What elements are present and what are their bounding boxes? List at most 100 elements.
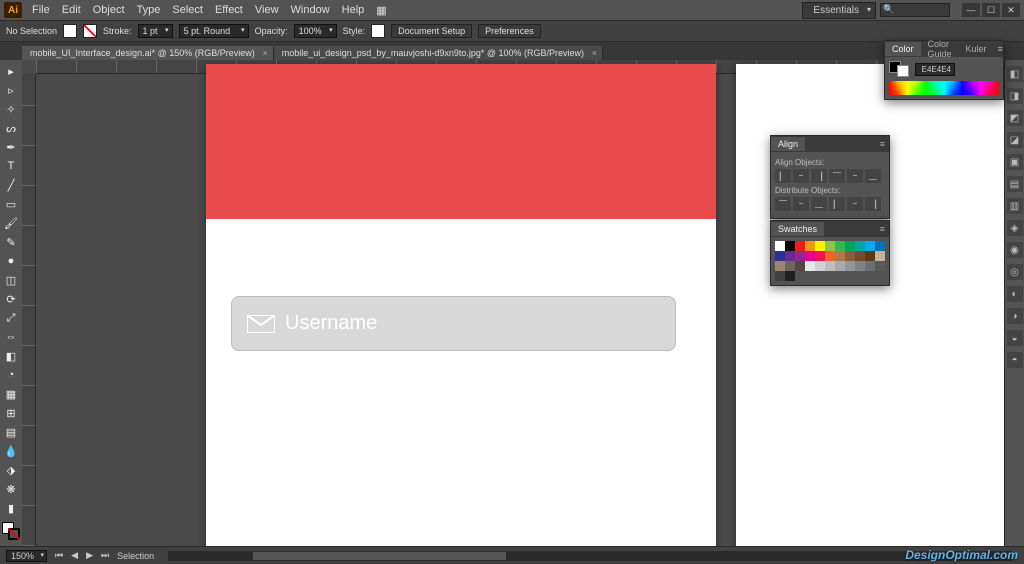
swatch[interactable] bbox=[855, 261, 865, 271]
align-tab[interactable]: Align bbox=[771, 137, 805, 151]
pen-tool[interactable]: ✒ bbox=[1, 138, 21, 156]
nav-first-button[interactable]: ⏮ bbox=[55, 550, 63, 561]
color-panel[interactable]: Color Color Guide Kuler ≡ E4E4E4 bbox=[884, 40, 1004, 100]
swatch[interactable] bbox=[845, 261, 855, 271]
menu-layout-icon[interactable]: ▦ bbox=[370, 2, 392, 19]
swatch[interactable] bbox=[845, 251, 855, 261]
panel-icon[interactable]: ◑ bbox=[1007, 308, 1023, 324]
scrollbar-thumb[interactable] bbox=[253, 552, 506, 560]
window-close-button[interactable]: ✕ bbox=[1002, 3, 1020, 17]
color-guide-tab[interactable]: Color Guide bbox=[921, 37, 959, 61]
swatch[interactable] bbox=[865, 251, 875, 261]
swatch[interactable] bbox=[775, 261, 785, 271]
swatch[interactable] bbox=[805, 261, 815, 271]
swatch[interactable] bbox=[865, 241, 875, 251]
swatch[interactable] bbox=[865, 261, 875, 271]
swatch[interactable] bbox=[875, 261, 885, 271]
swatch[interactable] bbox=[775, 271, 785, 281]
zoom-input[interactable]: 150% bbox=[6, 550, 47, 562]
menu-help[interactable]: Help bbox=[336, 2, 371, 18]
menu-view[interactable]: View bbox=[249, 2, 285, 18]
hex-input[interactable]: E4E4E4 bbox=[915, 63, 955, 76]
swatches-panel[interactable]: Swatches ≡ bbox=[770, 220, 890, 286]
panel-icon[interactable]: ▤ bbox=[1007, 176, 1023, 192]
stroke-swatch[interactable] bbox=[83, 24, 97, 38]
swatch[interactable] bbox=[785, 251, 795, 261]
align-top-button[interactable]: ⎺ bbox=[829, 169, 845, 183]
panel-icon[interactable]: ◉ bbox=[1007, 242, 1023, 258]
panel-icon[interactable]: ◩ bbox=[1007, 110, 1023, 126]
panel-icon[interactable]: ◐ bbox=[1007, 286, 1023, 302]
swatch[interactable] bbox=[815, 251, 825, 261]
nav-prev-button[interactable]: ◀ bbox=[71, 550, 78, 561]
distribute-left-button[interactable]: ▏ bbox=[829, 197, 845, 211]
swatch[interactable] bbox=[785, 241, 795, 251]
panel-fill-stroke[interactable] bbox=[889, 61, 909, 77]
distribute-vcenter-button[interactable]: ⎯ bbox=[793, 197, 809, 211]
red-header-shape[interactable] bbox=[206, 64, 716, 219]
distribute-hcenter-button[interactable]: ⎯ bbox=[847, 197, 863, 211]
opacity-input[interactable]: 100% bbox=[294, 24, 337, 38]
swatches-tab[interactable]: Swatches bbox=[771, 222, 824, 236]
swatch[interactable] bbox=[825, 241, 835, 251]
panel-icon[interactable]: ◨ bbox=[1007, 88, 1023, 104]
align-right-button[interactable]: ▕ bbox=[811, 169, 827, 183]
panel-icon[interactable]: ◈ bbox=[1007, 220, 1023, 236]
nav-next-button[interactable]: ▶ bbox=[86, 550, 93, 561]
search-input[interactable]: 🔍 bbox=[880, 3, 950, 17]
document-setup-button[interactable]: Document Setup bbox=[391, 24, 472, 38]
vertical-ruler[interactable] bbox=[22, 74, 36, 546]
direct-selection-tool[interactable]: ▹ bbox=[1, 81, 21, 99]
align-hcenter-button[interactable]: ⎯ bbox=[793, 169, 809, 183]
swatch[interactable] bbox=[775, 241, 785, 251]
eraser-tool[interactable]: ◫ bbox=[1, 271, 21, 289]
line-tool[interactable]: ╱ bbox=[1, 176, 21, 194]
panel-icon[interactable]: ◧ bbox=[1007, 66, 1023, 82]
rotate-tool[interactable]: ⟳ bbox=[1, 290, 21, 308]
swatch[interactable] bbox=[875, 241, 885, 251]
swatch[interactable] bbox=[815, 261, 825, 271]
blend-tool[interactable]: ⬗ bbox=[1, 461, 21, 479]
shape-builder-tool[interactable]: ◔ bbox=[1, 366, 21, 384]
swatch[interactable] bbox=[855, 251, 865, 261]
style-swatch[interactable] bbox=[371, 24, 385, 38]
canvas-area[interactable]: Username bbox=[22, 60, 1004, 546]
nav-last-button[interactable]: ⏭ bbox=[101, 550, 109, 561]
swatch[interactable] bbox=[815, 241, 825, 251]
distribute-top-button[interactable]: ⎺ bbox=[775, 197, 791, 211]
selection-tool[interactable]: ▸ bbox=[1, 62, 21, 80]
swatch[interactable] bbox=[835, 241, 845, 251]
scale-tool[interactable]: ⤢ bbox=[1, 309, 21, 327]
swatch[interactable] bbox=[805, 251, 815, 261]
fill-swatch[interactable] bbox=[63, 24, 77, 38]
menu-effect[interactable]: Effect bbox=[209, 2, 249, 18]
swatch[interactable] bbox=[875, 251, 885, 261]
align-bottom-button[interactable]: ⎽ bbox=[865, 169, 881, 183]
width-tool[interactable]: ⇔ bbox=[1, 328, 21, 346]
menu-window[interactable]: Window bbox=[285, 2, 336, 18]
blob-brush-tool[interactable]: ● bbox=[1, 252, 21, 270]
menu-type[interactable]: Type bbox=[131, 2, 167, 18]
artboard-1[interactable]: Username bbox=[206, 64, 716, 546]
swatch[interactable] bbox=[855, 241, 865, 251]
panel-menu-icon[interactable]: ≡ bbox=[994, 44, 1007, 54]
kuler-tab[interactable]: Kuler bbox=[959, 42, 994, 56]
color-tab[interactable]: Color bbox=[885, 42, 921, 56]
distribute-right-button[interactable]: ▕ bbox=[865, 197, 881, 211]
menu-edit[interactable]: Edit bbox=[56, 2, 87, 18]
horizontal-scrollbar[interactable] bbox=[168, 551, 1012, 561]
type-tool[interactable]: T bbox=[1, 157, 21, 175]
window-maximize-button[interactable]: ☐ bbox=[982, 3, 1000, 17]
align-left-button[interactable]: ▏ bbox=[775, 169, 791, 183]
swatch[interactable] bbox=[835, 261, 845, 271]
align-panel[interactable]: Align ≡ Align Objects: ▏ ⎯ ▕ ⎺ ⎯ ⎽ Distr… bbox=[770, 135, 890, 219]
swatch[interactable] bbox=[795, 261, 805, 271]
free-transform-tool[interactable]: ◧ bbox=[1, 347, 21, 365]
swatch[interactable] bbox=[845, 241, 855, 251]
swatch[interactable] bbox=[775, 251, 785, 261]
preferences-button[interactable]: Preferences bbox=[478, 24, 541, 38]
magic-wand-tool[interactable]: ✧ bbox=[1, 100, 21, 118]
swatch[interactable] bbox=[795, 251, 805, 261]
color-spectrum[interactable] bbox=[889, 81, 999, 95]
pencil-tool[interactable]: ✎ bbox=[1, 233, 21, 251]
